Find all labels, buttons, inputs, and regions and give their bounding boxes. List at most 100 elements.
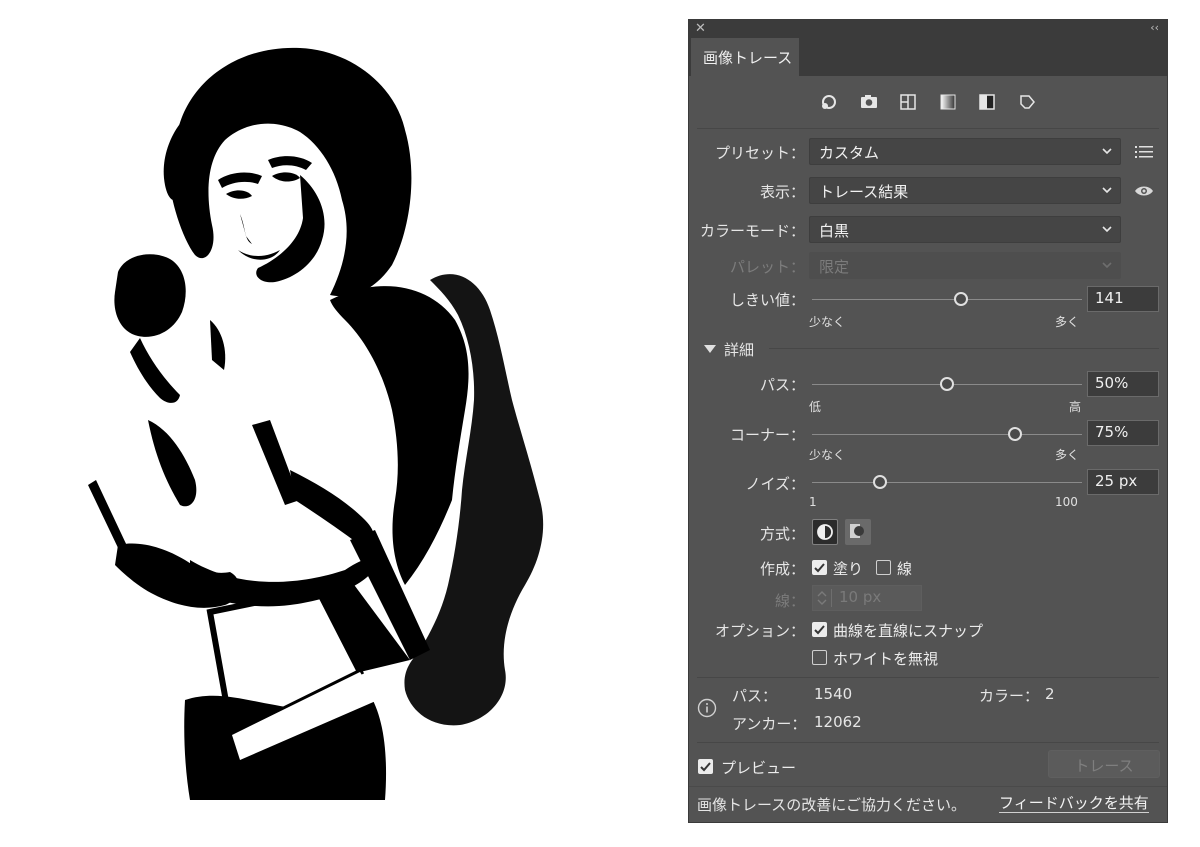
options-label: オプション： (714, 622, 805, 640)
stroke-width-input: 10 px (812, 585, 922, 611)
fill-checkbox[interactable] (812, 560, 827, 575)
checkmark-icon (814, 625, 825, 635)
divider (697, 742, 1159, 743)
stroke-width-label: 線： (774, 592, 805, 610)
chevron-down-icon (1102, 226, 1112, 233)
palette-select: 限定 (809, 252, 1121, 279)
paths-count-label: パス： (732, 687, 778, 705)
stroke-label: 線 (897, 560, 913, 578)
stepper-icon (817, 591, 827, 605)
noise-label: ノイズ： (745, 475, 805, 493)
advanced-label: 詳細 (724, 341, 755, 359)
view-value: トレース結果 (819, 183, 909, 201)
paths-slider-thumb[interactable] (940, 377, 954, 391)
color-mode-label: カラーモード： (699, 222, 805, 240)
chevron-down-icon (1102, 148, 1112, 155)
corners-max-label: 多く (1055, 448, 1080, 462)
noise-slider[interactable] (812, 475, 1082, 489)
feedback-text: 画像トレースの改善にご協力ください。 (697, 796, 966, 814)
palette-value: 限定 (819, 258, 850, 276)
noise-min-label: 1 (809, 495, 817, 509)
paths-max-label: 高 (1069, 400, 1082, 414)
paths-label: パス： (759, 376, 805, 394)
black-white-icon[interactable] (977, 92, 997, 112)
corners-input[interactable]: 75% (1087, 420, 1159, 446)
info-icon (697, 698, 717, 718)
threshold-max-label: 多く (1055, 315, 1080, 329)
method-overlapping-button[interactable] (845, 519, 871, 545)
divider (697, 677, 1159, 678)
corners-min-label: 少なく (809, 448, 846, 462)
colors-count-label: カラー： (979, 687, 1040, 705)
corners-label: コーナー： (729, 426, 805, 444)
preset-menu-icon[interactable] (1135, 144, 1153, 160)
method-abutting-button[interactable] (812, 519, 838, 545)
noise-max-label: 100 (1055, 495, 1078, 509)
panel-tabbar: 画像トレース (689, 38, 1167, 76)
preset-value: カスタム (819, 144, 880, 162)
threshold-label: しきい値： (729, 291, 805, 309)
tab-label: 画像トレース (703, 49, 793, 67)
collapse-icon[interactable]: ‹‹ (1150, 21, 1159, 34)
threshold-slider-thumb[interactable] (953, 292, 968, 306)
stroke-width-value: 10 px (839, 588, 882, 606)
paths-slider[interactable] (812, 377, 1082, 391)
divider (689, 786, 1167, 787)
preview-label: プレビュー (721, 759, 797, 777)
checkmark-icon (814, 563, 825, 573)
paths-input[interactable]: 50% (1087, 371, 1159, 397)
traced-artwork (88, 47, 544, 800)
stroke-checkbox[interactable] (876, 560, 891, 575)
pencil-shape (88, 480, 128, 552)
outline-icon[interactable] (1017, 92, 1037, 112)
threshold-value: 141 (1095, 289, 1124, 307)
create-label: 作成： (759, 560, 805, 578)
threshold-min-label: 少なく (809, 315, 846, 329)
view-select[interactable]: トレース結果 (809, 177, 1121, 204)
palette-label: パレット： (729, 258, 805, 276)
feedback-link[interactable]: フィードバックを共有 (999, 794, 1149, 813)
chevron-down-icon (1102, 262, 1112, 269)
threshold-slider[interactable] (812, 292, 1082, 306)
paths-value: 50% (1095, 374, 1129, 392)
ignore-white-label: ホワイトを無視 (833, 650, 939, 668)
color-mode-value: 白黒 (819, 222, 850, 240)
threshold-input[interactable]: 141 (1087, 286, 1159, 312)
auto-color-icon[interactable] (819, 92, 839, 112)
camera-icon[interactable] (859, 92, 879, 112)
apple-shape (114, 254, 186, 337)
snap-curves-label: 曲線を直線にスナップ (833, 622, 984, 640)
grayscale-icon[interactable] (938, 92, 958, 112)
panel-titlebar: ✕ ‹‹ (689, 20, 1167, 38)
noise-slider-thumb[interactable] (872, 475, 887, 489)
low-color-icon[interactable] (898, 92, 918, 112)
method-label: 方式： (759, 525, 805, 543)
preset-select[interactable]: カスタム (809, 138, 1121, 165)
divider (769, 348, 1159, 349)
trace-button-label: トレース (1074, 757, 1134, 775)
chevron-down-icon (1102, 187, 1112, 194)
preset-label: プリセット： (714, 144, 805, 162)
snap-curves-checkbox[interactable] (812, 622, 827, 637)
close-icon[interactable]: ✕ (695, 21, 706, 36)
tab-image-trace[interactable]: 画像トレース (691, 38, 799, 76)
checkmark-icon (700, 762, 711, 772)
abutting-icon (817, 524, 833, 540)
image-trace-panel: ✕ ‹‹ 画像トレース プリセット： カスタム 表示： トレース結果 カラーモー… (688, 19, 1168, 823)
view-label: 表示： (759, 183, 805, 201)
noise-value: 25 px (1095, 472, 1138, 490)
triangle-down-icon (704, 345, 716, 353)
color-mode-select[interactable]: 白黒 (809, 216, 1121, 243)
corners-slider[interactable] (812, 427, 1082, 441)
colors-count-value: 2 (1045, 685, 1055, 703)
paths-count-value: 1540 (814, 685, 853, 703)
noise-input[interactable]: 25 px (1087, 469, 1159, 495)
anchors-count-label: アンカー： (732, 715, 807, 733)
face-shadow (256, 175, 325, 283)
ignore-white-checkbox[interactable] (812, 650, 827, 665)
preview-checkbox[interactable] (698, 759, 713, 774)
corners-slider-thumb[interactable] (1007, 427, 1022, 441)
paths-min-label: 低 (809, 400, 822, 414)
trace-button[interactable]: トレース (1048, 750, 1160, 778)
eye-icon[interactable] (1134, 184, 1154, 198)
